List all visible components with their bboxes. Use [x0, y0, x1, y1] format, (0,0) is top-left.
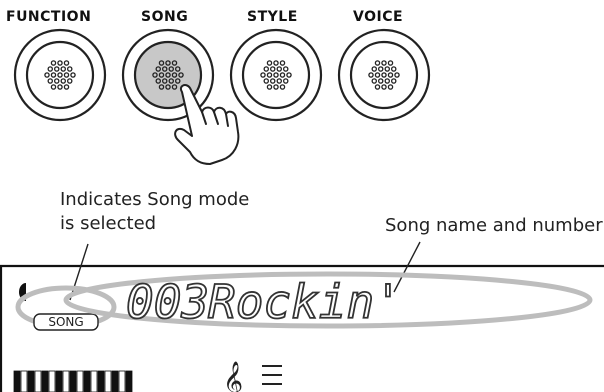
song-name: Rockin'	[208, 275, 402, 329]
treble-clef-icon: 𝄞	[223, 361, 243, 392]
menu-lines-icon	[262, 365, 282, 385]
keyboard-indicator-icon	[13, 370, 133, 392]
song-number: 003	[126, 275, 209, 329]
song-mode-badge-text: SONG	[48, 315, 83, 329]
lcd-display: SONG 003 Rockin' 𝄞	[0, 241, 604, 392]
